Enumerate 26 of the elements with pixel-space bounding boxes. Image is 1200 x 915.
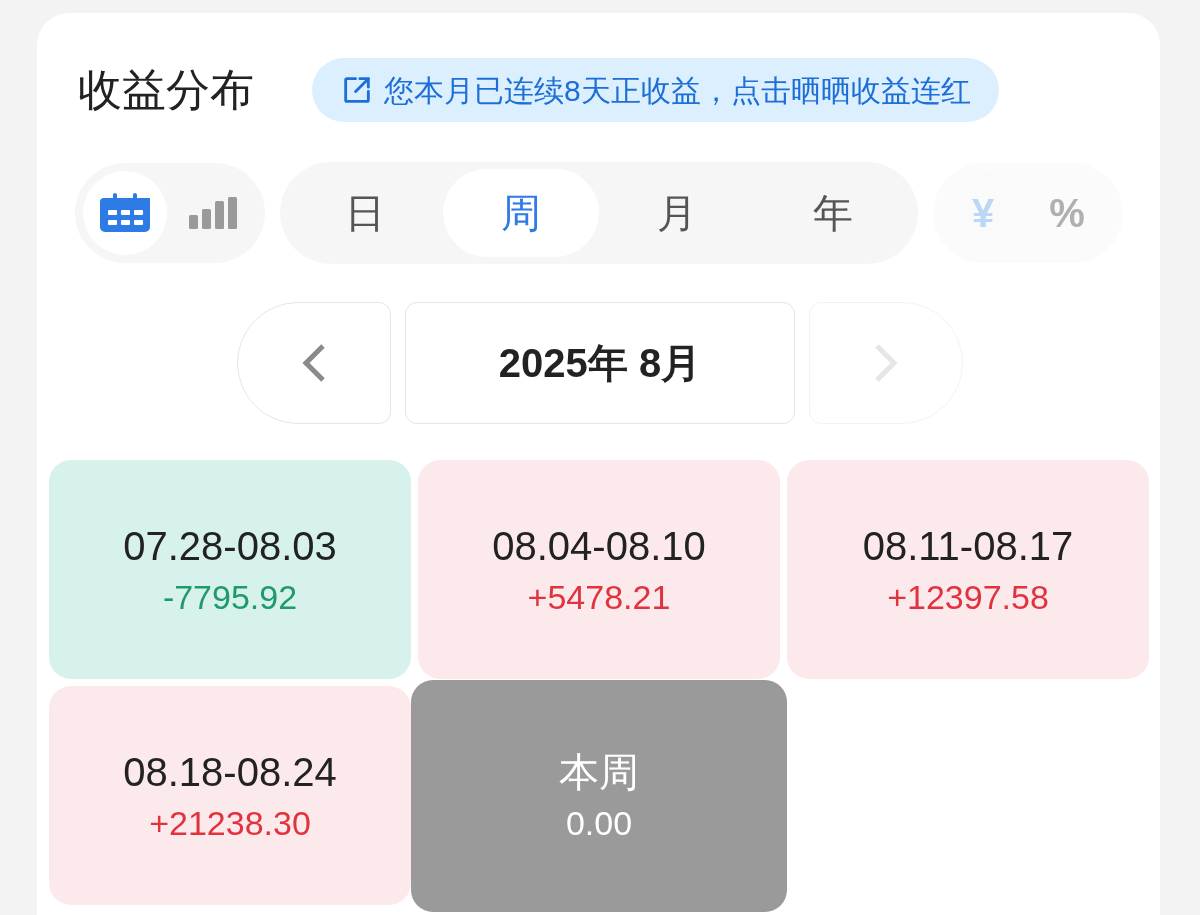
week-profit: +5478.21: [527, 579, 671, 614]
week-range: 08.18-08.24: [123, 751, 337, 792]
share-banner[interactable]: 您本月已连续8天正收益，点击晒晒收益连红: [312, 58, 999, 122]
week-card[interactable]: 07.28-08.03 -7795.92: [49, 460, 411, 679]
period-tab[interactable]: 日: [287, 169, 443, 257]
chevron-right-icon: [874, 343, 898, 383]
period-tab[interactable]: 周: [443, 169, 599, 257]
week-profit: +21238.30: [149, 805, 311, 840]
week-card[interactable]: 08.11-08.17 +12397.58: [787, 460, 1149, 679]
week-profit: 0.00: [565, 806, 633, 840]
period-tab[interactable]: 年: [755, 169, 911, 257]
month-label: 2025年 8月: [405, 302, 795, 424]
calendar-icon: [100, 193, 150, 233]
week-card[interactable]: 08.18-08.24 +21238.30: [49, 686, 411, 905]
week-range: 08.11-08.17: [862, 525, 1074, 566]
week-card[interactable]: 08.04-08.10 +5478.21: [418, 460, 780, 679]
section-title: 收益分布: [78, 68, 254, 112]
period-tab[interactable]: 月: [599, 169, 755, 257]
calendar-view-button[interactable]: [83, 171, 167, 255]
week-profit: -7795.92: [162, 579, 298, 614]
bar-chart-icon: [189, 197, 237, 229]
week-range: 07.28-08.03: [123, 525, 337, 566]
week-profit: +12397.58: [887, 579, 1049, 614]
chevron-left-icon: [302, 343, 326, 383]
week-range: 08.04-08.10: [492, 525, 706, 566]
week-range: 本周: [559, 752, 639, 792]
